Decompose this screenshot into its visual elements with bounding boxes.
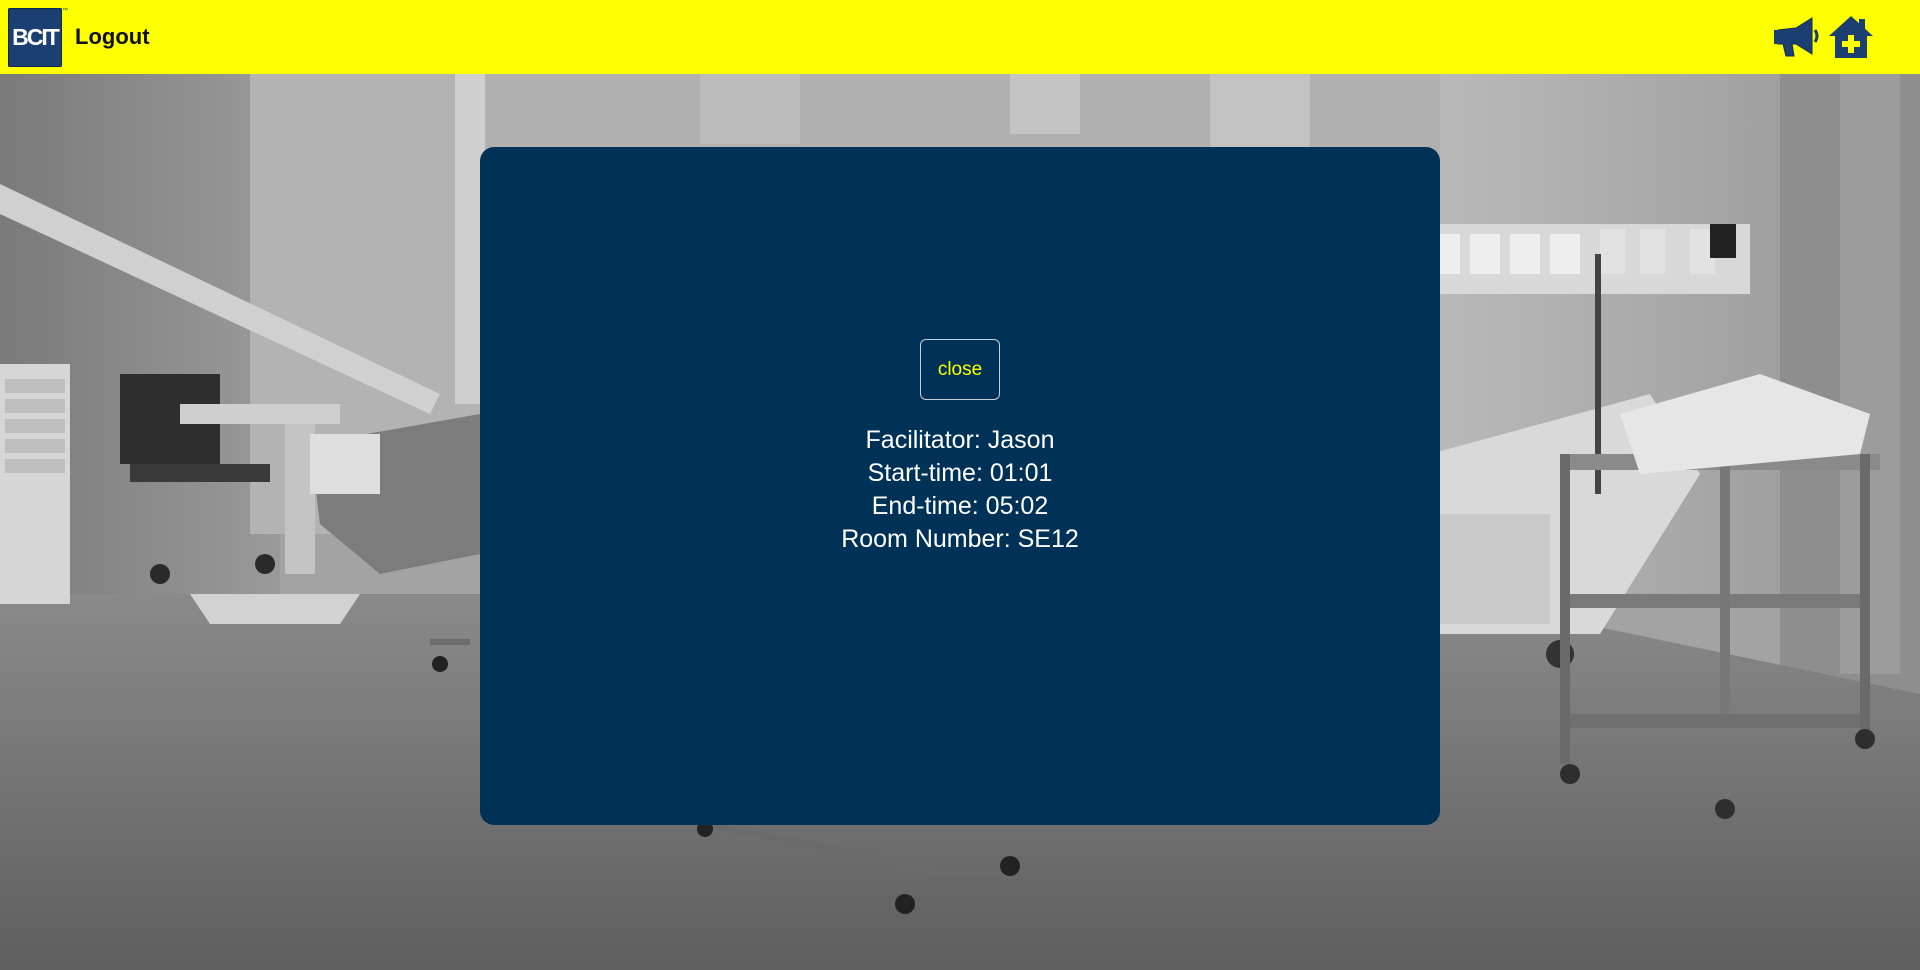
page: BCIT ™ Logout close Facilitator: Jason S… — [0, 0, 1920, 970]
logout-button[interactable]: Logout — [75, 24, 150, 50]
room-number-text: Room Number: SE12 — [841, 525, 1079, 553]
session-details: Facilitator: Jason Start-time: 01:01 End… — [480, 424, 1440, 556]
home-plus-icon[interactable] — [1827, 14, 1875, 60]
logo-trademark: ™ — [62, 8, 68, 14]
facilitator-text: Facilitator: Jason — [865, 426, 1055, 454]
close-button[interactable]: close — [920, 339, 1000, 400]
start-time-text: Start-time: 01:01 — [867, 459, 1053, 487]
bcit-logo[interactable]: BCIT ™ — [8, 8, 68, 67]
top-header-bar: BCIT ™ Logout — [0, 0, 1920, 74]
megaphone-icon[interactable] — [1772, 14, 1820, 60]
end-time-text: End-time: 05:02 — [871, 492, 1049, 520]
logo-text: BCIT — [12, 24, 60, 50]
session-info-modal: close Facilitator: Jason Start-time: 01:… — [480, 147, 1440, 825]
